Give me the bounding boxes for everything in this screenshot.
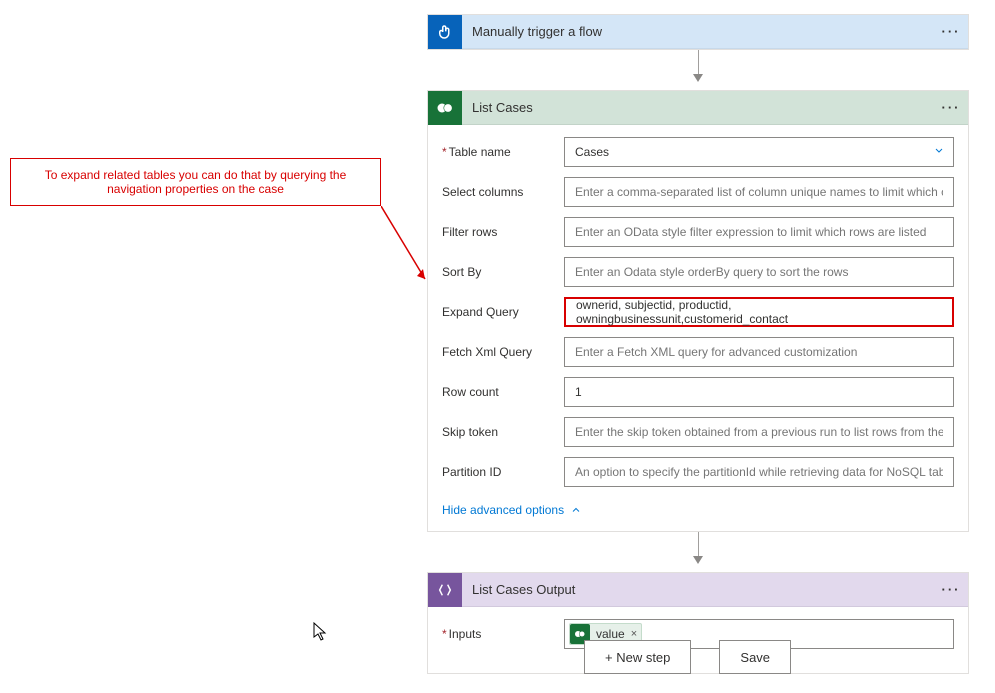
row-row-count: Row count <box>442 377 954 407</box>
fetch-xml-input[interactable] <box>564 337 954 367</box>
list-cases-header[interactable]: List Cases ··· <box>428 91 968 125</box>
chevron-down-icon <box>933 145 945 160</box>
list-cases-card: List Cases ··· *Table name Cases <box>427 90 969 532</box>
connector-arrow <box>693 532 703 572</box>
label-table-name: *Table name <box>442 145 564 159</box>
expand-query-value: ownerid, subjectid, productid, owningbus… <box>576 298 942 326</box>
label-row-count: Row count <box>442 385 564 399</box>
token-label: value <box>596 627 625 641</box>
select-columns-input[interactable] <box>564 177 954 207</box>
table-name-select[interactable]: Cases <box>564 137 954 167</box>
mouse-cursor-icon <box>313 622 329 642</box>
annotation-callout: To expand related tables you can do that… <box>10 158 381 206</box>
compose-icon <box>428 573 462 607</box>
trigger-more-icon[interactable]: ··· <box>934 24 968 39</box>
hide-advanced-label: Hide advanced options <box>442 503 564 517</box>
row-skip-token: Skip token <box>442 417 954 447</box>
label-sort-by: Sort By <box>442 265 564 279</box>
label-partition-id: Partition ID <box>442 465 564 479</box>
label-select-columns: Select columns <box>442 185 564 199</box>
filter-rows-input[interactable] <box>564 217 954 247</box>
row-partition-id: Partition ID <box>442 457 954 487</box>
row-fetch-xml: Fetch Xml Query <box>442 337 954 367</box>
partition-id-input[interactable] <box>564 457 954 487</box>
expand-query-input[interactable]: ownerid, subjectid, productid, owningbus… <box>564 297 954 327</box>
list-cases-more-icon[interactable]: ··· <box>934 100 968 115</box>
output-more-icon[interactable]: ··· <box>934 582 968 597</box>
row-sort-by: Sort By <box>442 257 954 287</box>
row-table-name: *Table name Cases <box>442 137 954 167</box>
label-expand-query: Expand Query <box>442 305 564 319</box>
output-title: List Cases Output <box>462 582 934 597</box>
row-filter-rows: Filter rows <box>442 217 954 247</box>
trigger-header[interactable]: Manually trigger a flow ··· <box>428 15 968 49</box>
label-skip-token: Skip token <box>442 425 564 439</box>
annotation-text: To expand related tables you can do that… <box>29 168 362 196</box>
skip-token-input[interactable] <box>564 417 954 447</box>
new-step-button[interactable]: + New step <box>584 640 691 674</box>
flow-canvas: Manually trigger a flow ··· List Cases ·… <box>427 14 969 674</box>
label-filter-rows: Filter rows <box>442 225 564 239</box>
dataverse-icon <box>428 91 462 125</box>
chevron-up-icon <box>570 504 582 516</box>
annotation-arrow <box>381 206 431 286</box>
footer-actions: + New step Save <box>584 640 791 674</box>
save-button[interactable]: Save <box>719 640 791 674</box>
list-cases-title: List Cases <box>462 100 934 115</box>
row-expand-query: Expand Query ownerid, subjectid, product… <box>442 297 954 327</box>
hide-advanced-toggle[interactable]: Hide advanced options <box>442 503 582 517</box>
connector-arrow <box>693 50 703 90</box>
sort-by-input[interactable] <box>564 257 954 287</box>
table-name-value: Cases <box>575 145 609 159</box>
manual-trigger-icon <box>428 15 462 49</box>
token-remove-icon[interactable]: × <box>631 628 637 640</box>
label-fetch-xml: Fetch Xml Query <box>442 345 564 359</box>
row-select-columns: Select columns <box>442 177 954 207</box>
output-header[interactable]: List Cases Output ··· <box>428 573 968 607</box>
trigger-card[interactable]: Manually trigger a flow ··· <box>427 14 969 50</box>
row-count-input[interactable] <box>564 377 954 407</box>
label-inputs: *Inputs <box>442 627 564 641</box>
trigger-title: Manually trigger a flow <box>462 24 934 39</box>
